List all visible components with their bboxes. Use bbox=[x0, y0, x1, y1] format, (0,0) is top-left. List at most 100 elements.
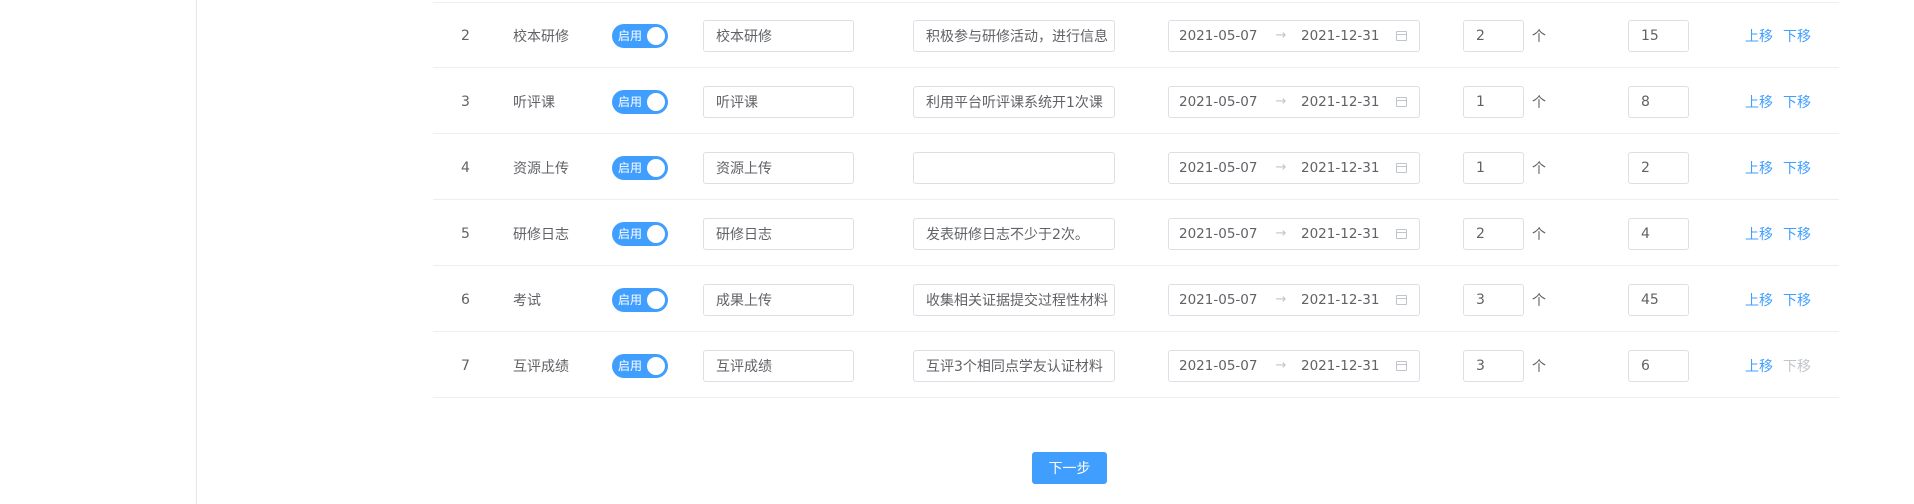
score-cell: 2 bbox=[1628, 135, 1689, 200]
title-cell: 听评课 bbox=[703, 69, 854, 134]
count-unit: 个 bbox=[1532, 358, 1546, 375]
date-end[interactable]: 2021-12-31 bbox=[1301, 292, 1383, 308]
description-input[interactable]: 积极参与研修活动，进行信息 bbox=[913, 19, 1115, 52]
row-actions: 上移 下移 bbox=[1745, 201, 1811, 266]
date-separator: → bbox=[1275, 358, 1287, 373]
calendar-icon[interactable] bbox=[1396, 228, 1407, 239]
count-cell: 3 bbox=[1463, 333, 1524, 398]
count-input[interactable]: 3 bbox=[1463, 283, 1524, 316]
title-input[interactable]: 研修日志 bbox=[703, 217, 854, 250]
count-unit: 个 bbox=[1532, 28, 1546, 45]
row-actions: 上移 下移 bbox=[1745, 3, 1811, 68]
title-cell: 成果上传 bbox=[703, 267, 854, 332]
count-unit: 个 bbox=[1532, 94, 1546, 111]
enable-switch[interactable]: 启用 bbox=[612, 155, 668, 180]
title-input[interactable]: 听评课 bbox=[703, 85, 854, 118]
date-range-picker[interactable]: 2021-05-07 → 2021-12-31 bbox=[1168, 85, 1420, 118]
switch-knob bbox=[647, 92, 665, 111]
switch-knob bbox=[647, 224, 665, 243]
date-range-picker[interactable]: 2021-05-07 → 2021-12-31 bbox=[1168, 283, 1420, 316]
enable-switch[interactable]: 启用 bbox=[612, 221, 668, 246]
title-input[interactable]: 资源上传 bbox=[703, 151, 854, 184]
calendar-icon[interactable] bbox=[1396, 30, 1407, 41]
date-start[interactable]: 2021-05-07 bbox=[1179, 292, 1261, 308]
count-input[interactable]: 1 bbox=[1463, 85, 1524, 118]
score-input[interactable]: 2 bbox=[1628, 151, 1689, 184]
date-separator: → bbox=[1275, 28, 1287, 43]
table-row: 5 研修日志 启用 研修日志 发表研修日志不少于2次。 2021-05-07 → 2021-1… bbox=[433, 201, 1839, 266]
row-index: 3 bbox=[461, 93, 470, 110]
move-down-link[interactable]: 下移 bbox=[1783, 26, 1811, 46]
date-start[interactable]: 2021-05-07 bbox=[1179, 28, 1261, 44]
description-input[interactable]: 收集相关证据提交过程性材料 bbox=[913, 283, 1115, 316]
calendar-icon[interactable] bbox=[1396, 162, 1407, 173]
enable-switch-cell: 启用 bbox=[612, 3, 668, 68]
move-down-link[interactable]: 下移 bbox=[1783, 158, 1811, 178]
switch-label: 启用 bbox=[618, 29, 643, 43]
description-input[interactable]: 互评3个相同点学友认证材料 bbox=[913, 349, 1115, 382]
date-end[interactable]: 2021-12-31 bbox=[1301, 94, 1383, 110]
date-end[interactable]: 2021-12-31 bbox=[1301, 226, 1383, 242]
score-cell: 15 bbox=[1628, 3, 1689, 68]
score-input[interactable]: 45 bbox=[1628, 283, 1689, 316]
description-input[interactable]: 发表研修日志不少于2次。 bbox=[913, 217, 1115, 250]
count-cell: 1 bbox=[1463, 69, 1524, 134]
description-input[interactable] bbox=[913, 151, 1115, 184]
date-range-picker[interactable]: 2021-05-07 → 2021-12-31 bbox=[1168, 151, 1420, 184]
calendar-icon[interactable] bbox=[1396, 360, 1407, 371]
date-cell: 2021-05-07 → 2021-12-31 bbox=[1168, 69, 1420, 134]
date-end[interactable]: 2021-12-31 bbox=[1301, 358, 1383, 374]
count-unit: 个 bbox=[1532, 226, 1546, 243]
date-range-picker[interactable]: 2021-05-07 → 2021-12-31 bbox=[1168, 19, 1420, 52]
title-input[interactable]: 互评成绩 bbox=[703, 349, 854, 382]
count-unit: 个 bbox=[1532, 160, 1546, 177]
date-start[interactable]: 2021-05-07 bbox=[1179, 226, 1261, 242]
move-up-link[interactable]: 上移 bbox=[1745, 290, 1773, 310]
title-input[interactable]: 校本研修 bbox=[703, 19, 854, 52]
enable-switch[interactable]: 启用 bbox=[612, 287, 668, 312]
move-up-link[interactable]: 上移 bbox=[1745, 224, 1773, 244]
count-input[interactable]: 2 bbox=[1463, 217, 1524, 250]
move-up-link[interactable]: 上移 bbox=[1745, 26, 1773, 46]
move-up-link[interactable]: 上移 bbox=[1745, 158, 1773, 178]
task-name: 考试 bbox=[513, 292, 541, 309]
enable-switch[interactable]: 启用 bbox=[612, 23, 668, 48]
date-start[interactable]: 2021-05-07 bbox=[1179, 160, 1261, 176]
switch-label: 启用 bbox=[618, 227, 643, 241]
date-cell: 2021-05-07 → 2021-12-31 bbox=[1168, 201, 1420, 266]
switch-label: 启用 bbox=[618, 293, 643, 307]
count-input[interactable]: 1 bbox=[1463, 151, 1524, 184]
score-input[interactable]: 15 bbox=[1628, 19, 1689, 52]
switch-label: 启用 bbox=[618, 95, 643, 109]
score-input[interactable]: 8 bbox=[1628, 85, 1689, 118]
score-input[interactable]: 4 bbox=[1628, 217, 1689, 250]
move-down-link[interactable]: 下移 bbox=[1783, 290, 1811, 310]
enable-switch-cell: 启用 bbox=[612, 333, 668, 398]
score-input[interactable]: 6 bbox=[1628, 349, 1689, 382]
title-input[interactable]: 成果上传 bbox=[703, 283, 854, 316]
enable-switch[interactable]: 启用 bbox=[612, 89, 668, 114]
date-range-picker[interactable]: 2021-05-07 → 2021-12-31 bbox=[1168, 349, 1420, 382]
date-separator: → bbox=[1275, 160, 1287, 175]
calendar-icon[interactable] bbox=[1396, 294, 1407, 305]
task-name: 听评课 bbox=[513, 94, 555, 111]
count-input[interactable]: 2 bbox=[1463, 19, 1524, 52]
move-down-link: 下移 bbox=[1783, 358, 1811, 375]
move-up-link[interactable]: 上移 bbox=[1745, 92, 1773, 112]
next-step-button[interactable]: 下一步 bbox=[1032, 452, 1107, 484]
date-start[interactable]: 2021-05-07 bbox=[1179, 94, 1261, 110]
date-start[interactable]: 2021-05-07 bbox=[1179, 358, 1261, 374]
date-end[interactable]: 2021-12-31 bbox=[1301, 160, 1383, 176]
table-row: 2 校本研修 启用 校本研修 积极参与研修活动，进行信息 2021-05-07 → 2021-… bbox=[433, 3, 1839, 68]
move-down-link[interactable]: 下移 bbox=[1783, 224, 1811, 244]
move-down-link[interactable]: 下移 bbox=[1783, 92, 1811, 112]
count-input[interactable]: 3 bbox=[1463, 349, 1524, 382]
calendar-icon[interactable] bbox=[1396, 96, 1407, 107]
date-end[interactable]: 2021-12-31 bbox=[1301, 28, 1383, 44]
date-cell: 2021-05-07 → 2021-12-31 bbox=[1168, 135, 1420, 200]
date-range-picker[interactable]: 2021-05-07 → 2021-12-31 bbox=[1168, 217, 1420, 250]
row-actions: 上移 下移 bbox=[1745, 333, 1811, 398]
description-input[interactable]: 利用平台听评课系统开1次课 bbox=[913, 85, 1115, 118]
enable-switch[interactable]: 启用 bbox=[612, 353, 668, 378]
move-up-link[interactable]: 上移 bbox=[1745, 356, 1773, 376]
